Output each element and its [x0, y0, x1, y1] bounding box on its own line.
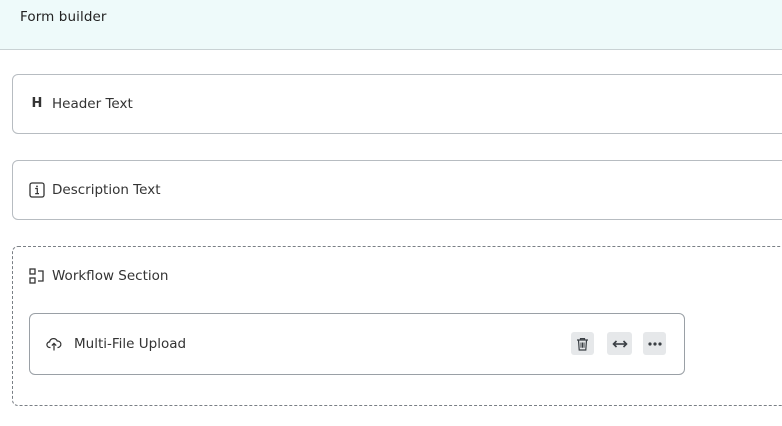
resize-width-button[interactable] [607, 332, 632, 355]
block-label: Header Text [52, 96, 133, 112]
delete-button[interactable] [571, 332, 594, 355]
block-label: Description Text [52, 182, 161, 198]
multi-file-upload-field[interactable]: Multi-File Upload [29, 313, 685, 375]
more-horizontal-icon [647, 341, 662, 346]
more-options-button[interactable] [643, 332, 666, 355]
app-title: Form builder [20, 9, 107, 25]
heading-icon: H [31, 96, 43, 111]
trash-icon [577, 337, 588, 351]
workflow-section-icon [29, 268, 45, 284]
info-icon [29, 182, 45, 198]
form-canvas: H Header Text Description Text Workflow … [0, 50, 782, 426]
resize-horizontal-icon [611, 339, 628, 348]
header-text-block[interactable]: H Header Text [12, 74, 782, 134]
description-text-block[interactable]: Description Text [12, 160, 782, 220]
cloud-upload-icon [46, 336, 62, 352]
workflow-section[interactable]: Workflow Section Multi-File Upload [12, 246, 782, 406]
section-label: Workflow Section [52, 268, 169, 284]
app-header: Form builder [0, 0, 782, 50]
section-header: Workflow Section [13, 247, 782, 305]
field-label: Multi-File Upload [74, 336, 187, 352]
